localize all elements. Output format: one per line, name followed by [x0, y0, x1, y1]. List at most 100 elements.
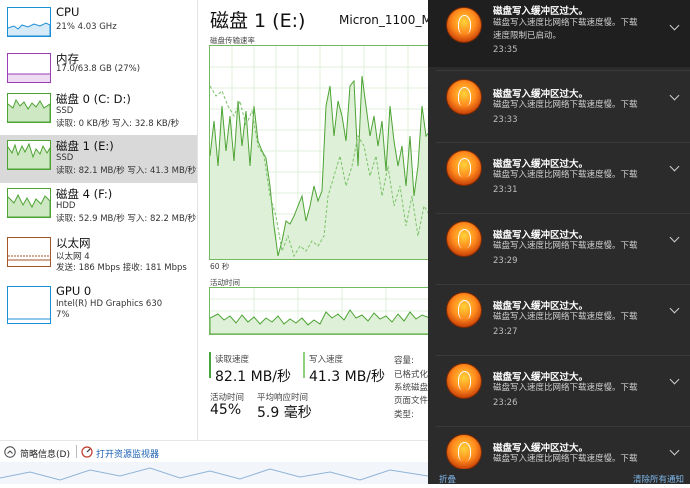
sidebar-item-label: 磁盘 4 (F:)	[56, 187, 113, 201]
system-disk-label: 系统磁盘:	[394, 383, 431, 393]
background-window-strip	[0, 462, 429, 484]
notification-title: 磁盘写入缓冲区过大。	[493, 372, 589, 383]
notification-title: 磁盘写入缓冲区过大。	[493, 6, 589, 17]
disk-detail-pane: 磁盘 1 (E:) Micron_1100_MT 磁盘传输速率 60 秒 活动时…	[198, 0, 439, 440]
write-speed-indicator	[303, 352, 305, 378]
avg-response-value: 5.9 毫秒	[257, 405, 312, 421]
notification-body: 磁盘写入速度比网络下载速度慢。下载	[493, 100, 638, 110]
chevron-down-icon[interactable]	[669, 374, 680, 385]
fewer-details-link[interactable]: 简略信息(D)	[20, 447, 70, 460]
sidebar-item-detail: 7%	[56, 310, 70, 320]
notification-item[interactable]: 磁盘写入缓冲区过大。 磁盘写入速度比网络下载速度慢。下载 23:29	[428, 214, 690, 282]
chevron-up-circle-icon[interactable]	[4, 446, 16, 458]
notification-body: 磁盘写入速度比网络下载速度慢。下载	[493, 241, 638, 251]
notification-time: 23:35	[493, 45, 518, 55]
sidebar-item-label: 以太网	[56, 236, 91, 250]
read-speed-value: 82.1 MB/秒	[215, 369, 292, 385]
notification-body: 磁盘写入速度比网络下载速度慢。下载	[493, 454, 638, 464]
disk1-thumbnail-graph	[7, 140, 51, 170]
sidebar-item-label: GPU 0	[56, 284, 92, 298]
notification-time: 23:27	[493, 327, 518, 337]
chevron-down-icon[interactable]	[669, 303, 680, 314]
chevron-down-icon[interactable]	[669, 161, 680, 172]
sidebar-item-label: 磁盘 0 (C: D:)	[56, 92, 131, 106]
graph-time-label: 60 秒	[210, 262, 230, 271]
notification-title: 磁盘写入缓冲区过大。	[493, 159, 589, 170]
gpu-thumbnail-graph	[7, 286, 51, 324]
sidebar-item-detail: 17.0/63.8 GB (27%)	[56, 64, 141, 74]
notification-body-line2: 速度限制已启动。	[493, 31, 562, 41]
notification-body: 磁盘写入速度比网络下载速度慢。下载	[493, 383, 638, 393]
sidebar-item-type: Intel(R) HD Graphics 630	[56, 299, 163, 309]
sidebar-item-label: CPU	[56, 5, 80, 19]
notification-item[interactable]: 磁盘写入缓冲区过大。 磁盘写入速度比网络下载速度慢。下载 23:27	[428, 285, 690, 353]
sidebar-item-detail: 发送: 186 Mbps 接收: 181 Mbps	[56, 263, 187, 273]
performance-sidebar: CPU 21% 4.03 GHz 内存 17.0/63.8 GB (27%) 磁…	[0, 0, 198, 440]
notification-item[interactable]: 磁盘写入缓冲区过大。 磁盘写入速度比网络下载速度慢。下载 速度限制已启动。 23…	[428, 0, 690, 67]
ethernet-thumbnail-graph	[7, 237, 51, 267]
notification-title: 磁盘写入缓冲区过大。	[493, 443, 589, 454]
chevron-up-icon[interactable]	[669, 20, 680, 31]
capacity-label: 容量:	[394, 356, 414, 366]
sidebar-item-ethernet[interactable]: 以太网 以太网 4 发送: 186 Mbps 接收: 181 Mbps	[0, 232, 197, 280]
task-manager-footer: 简略信息(D) 打开资源监视器	[0, 440, 428, 463]
read-speed-indicator	[209, 352, 211, 378]
sidebar-item-disk-4[interactable]: 磁盘 4 (F:) HDD 读取: 52.9 MB/秒 写入: 82.2 MB/…	[0, 183, 197, 231]
divider	[436, 70, 690, 71]
open-resource-monitor-link[interactable]: 打开资源监视器	[96, 447, 159, 460]
footer-divider	[76, 445, 77, 458]
sidebar-item-disk-1[interactable]: 磁盘 1 (E:) SSD 读取: 82.1 MB/秒 写入: 41.3 MB/…	[0, 135, 197, 183]
write-speed-label: 写入速度	[309, 355, 344, 365]
chevron-down-icon[interactable]	[669, 232, 680, 243]
clear-all-notifications-button[interactable]: 清除所有通知	[633, 473, 684, 485]
notification-title: 磁盘写入缓冲区过大。	[493, 89, 589, 100]
cpu-thumbnail-graph	[7, 7, 51, 37]
notification-time: 23:29	[493, 256, 518, 266]
app-flame-icon	[446, 150, 482, 186]
sidebar-item-detail: 读取: 52.9 MB/秒 写入: 82.2 MB/秒	[56, 214, 197, 224]
notification-time: 23:31	[493, 185, 518, 195]
notification-item[interactable]: 磁盘写入缓冲区过大。 磁盘写入速度比网络下载速度慢。下载	[428, 427, 690, 469]
notification-item[interactable]: 磁盘写入缓冲区过大。 磁盘写入速度比网络下载速度慢。下载 23:31	[428, 143, 690, 211]
notification-body: 磁盘写入速度比网络下载速度慢。下载	[493, 312, 638, 322]
page-title: 磁盘 1 (E:)	[210, 10, 306, 32]
notification-time: 23:33	[493, 115, 518, 125]
app-flame-icon	[446, 79, 482, 115]
app-flame-icon	[446, 292, 482, 328]
transfer-rate-graph	[209, 45, 431, 260]
notification-item[interactable]: 磁盘写入缓冲区过大。 磁盘写入速度比网络下载速度慢。下载 23:26	[428, 356, 690, 424]
chevron-down-icon[interactable]	[669, 90, 680, 101]
disk4-thumbnail-graph	[7, 188, 51, 218]
notification-body: 磁盘写入速度比网络下载速度慢。下载	[493, 18, 638, 28]
disk-model: Micron_1100_MT	[339, 13, 440, 27]
sidebar-item-type: HDD	[56, 201, 76, 211]
disk0-thumbnail-graph	[7, 93, 51, 123]
sidebar-item-type: SSD	[56, 153, 74, 163]
active-time-value: 45%	[210, 402, 242, 418]
app-flame-icon	[446, 7, 482, 43]
sidebar-item-disk-0[interactable]: 磁盘 0 (C: D:) SSD 读取: 0 KB/秒 写入: 32.8 KB/…	[0, 88, 197, 136]
notification-time: 23:26	[493, 398, 518, 408]
sidebar-item-type: SSD	[56, 106, 74, 116]
type-label: 类型:	[394, 410, 414, 420]
sidebar-item-detail: 读取: 82.1 MB/秒 写入: 41.3 MB/秒	[56, 166, 197, 176]
app-flame-icon	[446, 434, 482, 469]
notification-item[interactable]: 磁盘写入缓冲区过大。 磁盘写入速度比网络下载速度慢。下载 23:33	[428, 72, 690, 140]
notification-title: 磁盘写入缓冲区过大。	[493, 301, 589, 312]
read-speed-label: 读取速度	[215, 355, 250, 365]
formatted-label: 已格式化:	[394, 370, 431, 380]
notification-title: 磁盘写入缓冲区过大。	[493, 230, 589, 241]
write-speed-value: 41.3 MB/秒	[309, 369, 386, 385]
resource-monitor-icon	[81, 446, 93, 458]
sidebar-item-label: 磁盘 1 (E:)	[56, 139, 114, 153]
page-file-label: 页面文件:	[394, 396, 431, 406]
sidebar-item-cpu[interactable]: CPU 21% 4.03 GHz	[0, 2, 197, 50]
chevron-down-icon[interactable]	[669, 445, 680, 456]
notification-body: 磁盘写入速度比网络下载速度慢。下载	[493, 170, 638, 180]
sidebar-item-detail: 21% 4.03 GHz	[56, 22, 117, 32]
collapse-button[interactable]: 折叠	[439, 473, 456, 485]
app-flame-icon	[446, 363, 482, 399]
sidebar-item-detail: 读取: 0 KB/秒 写入: 32.8 KB/秒	[56, 119, 180, 129]
sidebar-item-gpu[interactable]: GPU 0 Intel(R) HD Graphics 630 7%	[0, 281, 197, 329]
notification-footer: 折叠 清除所有通知	[428, 470, 690, 485]
